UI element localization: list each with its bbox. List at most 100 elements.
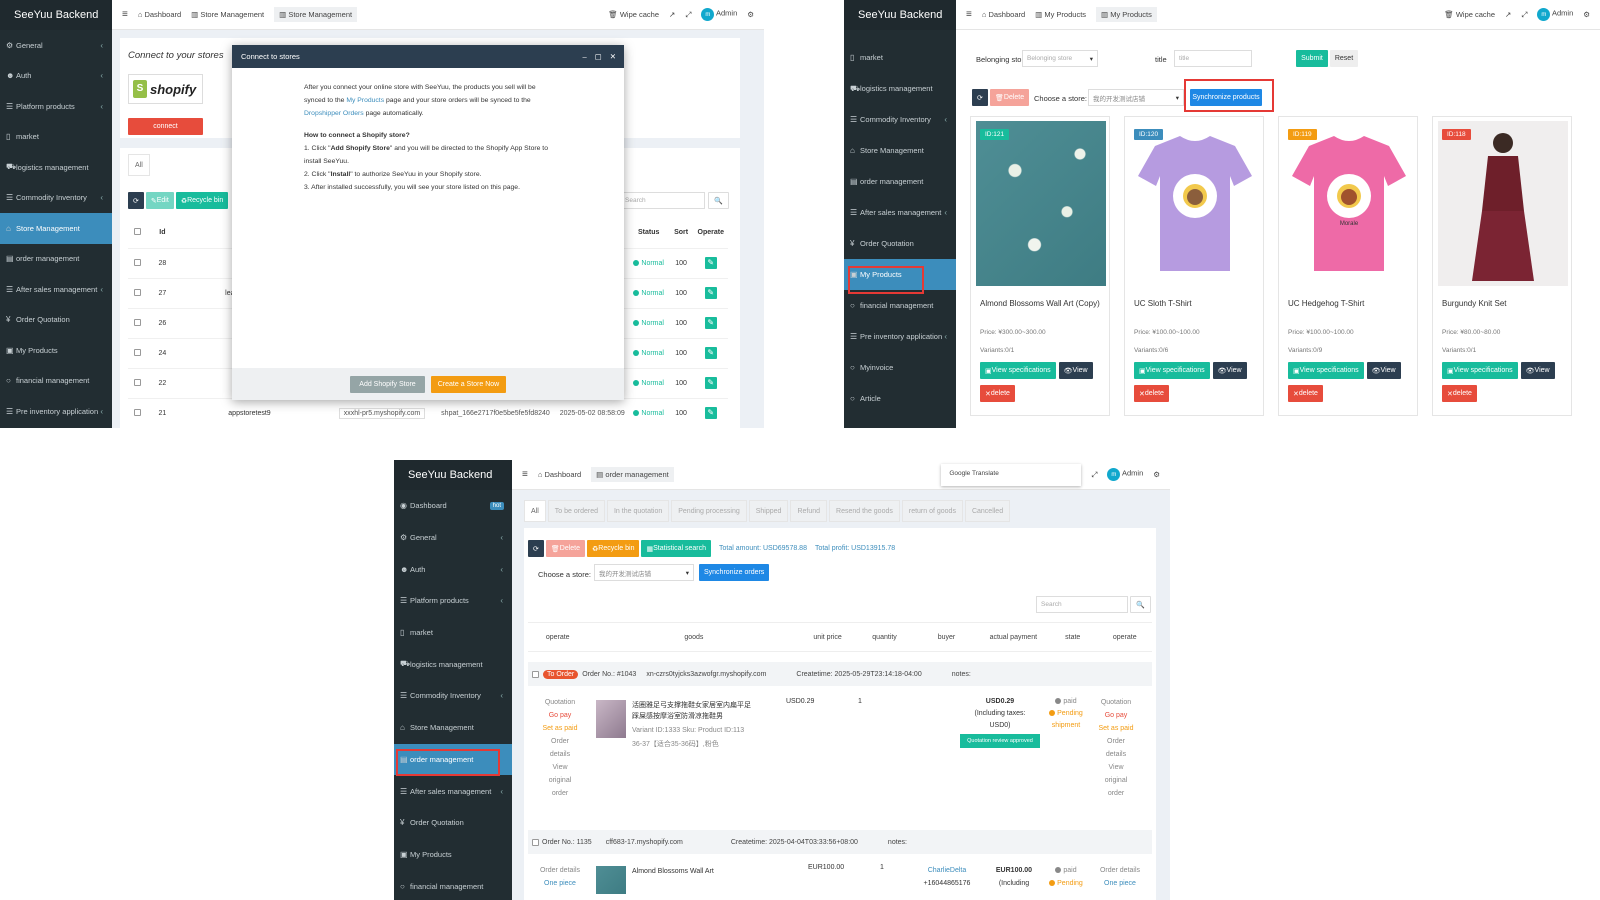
menu-toggle-icon[interactable]: ≡ <box>966 9 972 20</box>
fullscreen-icon[interactable]: ⤢ <box>1091 470 1097 480</box>
delete-product-button[interactable]: ✕ delete <box>980 385 1015 402</box>
sidebar-item-financial-management[interactable]: ○ financial management <box>0 366 112 397</box>
row-checkbox[interactable] <box>128 368 148 399</box>
row-checkbox[interactable] <box>128 398 148 428</box>
recycle-bin-button[interactable]: ♻ Recycle bin <box>175 192 229 209</box>
view-original-order-link[interactable]: View original order <box>540 761 580 800</box>
external-link-icon[interactable]: ↗ <box>1505 10 1511 19</box>
sidebar-item-market[interactable]: ▯ market <box>844 42 956 73</box>
minimize-icon[interactable]: – <box>582 52 586 61</box>
sidebar-item-my-products[interactable]: ▣ My Products <box>394 839 512 871</box>
wipe-cache-button[interactable]: 🗑 Wipe cache <box>1444 10 1495 19</box>
quotation-link[interactable]: Quotation <box>540 696 580 709</box>
delete-product-button[interactable]: ✕ delete <box>1134 385 1169 402</box>
view-button[interactable]: 👁 View <box>1058 362 1093 379</box>
fullscreen-icon[interactable]: ⤢ <box>1521 10 1527 20</box>
tab-dashboard[interactable]: ⌂ Dashboard <box>138 10 181 19</box>
checkbox[interactable] <box>134 258 142 266</box>
recycle-bin-button[interactable]: ♻ Recycle bin <box>587 540 640 557</box>
one-piece-link[interactable]: One piece <box>532 877 588 890</box>
set-as-paid-link[interactable]: Set as paid <box>540 722 580 735</box>
sync-orders-button[interactable]: Synchronize orders <box>699 564 770 581</box>
buyer-name[interactable]: CharlieDelta <box>912 864 982 877</box>
sidebar-item-market[interactable]: ▯ market <box>0 122 112 153</box>
edit-icon[interactable]: ✎ <box>704 377 717 389</box>
edit-icon[interactable]: ✎ <box>704 287 717 299</box>
view-specifications-button[interactable]: ▣ View specifications <box>1134 362 1210 379</box>
sidebar-item-store-management[interactable]: ⌂ Store Management <box>844 135 956 166</box>
set-as-paid-link[interactable]: Set as paid <box>1096 722 1136 735</box>
sidebar-item-after-sales-management[interactable]: ☰ After sales management ‹ <box>0 274 112 305</box>
sidebar-item-myinvoice[interactable]: ○ Myinvoice <box>844 352 956 383</box>
edit-icon[interactable]: ✎ <box>704 407 717 419</box>
one-piece-link[interactable]: One piece <box>1092 877 1148 890</box>
sidebar-item-auth[interactable]: ☻ Auth ‹ <box>0 61 112 92</box>
sidebar-item-after-sales-management[interactable]: ☰ After sales management ‹ <box>844 197 956 228</box>
search-input[interactable]: Search <box>1036 596 1128 613</box>
edit-icon[interactable]: ✎ <box>704 317 717 329</box>
store-select[interactable]: 我的开发测试店铺 ▾ <box>594 564 694 581</box>
settings-icon[interactable]: ⚙ <box>747 10 754 19</box>
sidebar-item-logistics-management[interactable]: ⛟ logistics management <box>844 73 956 104</box>
title-input[interactable]: title <box>1174 50 1252 67</box>
view-specifications-button[interactable]: ▣ View specifications <box>980 362 1056 379</box>
maximize-icon[interactable]: ▢ <box>595 52 602 61</box>
dropshipper-orders-link[interactable]: Dropshipper Orders <box>304 110 364 117</box>
close-icon[interactable]: ✕ <box>610 52 616 61</box>
delete-button[interactable]: 🗑 Delete <box>990 89 1030 106</box>
delete-button[interactable]: 🗑 Delete <box>545 540 585 557</box>
order-checkbox[interactable] <box>532 838 539 846</box>
tab-store-management[interactable]: ▥ Store Management <box>191 10 264 19</box>
refresh-button[interactable]: ⟳ <box>128 192 144 209</box>
tab-to-be-ordered[interactable]: To be ordered <box>547 500 605 522</box>
settings-icon[interactable]: ⚙ <box>1583 10 1590 19</box>
sidebar-item-logistics-management[interactable]: ⛟ logistics management <box>0 152 112 183</box>
sidebar-item-after-sales-management[interactable]: ☰ After sales management ‹ <box>394 775 512 807</box>
sidebar-item-pre-inventory-application[interactable]: ☰ Pre inventory application ‹ <box>844 321 956 352</box>
sidebar-item-commodity-inventory[interactable]: ☰ Commodity Inventory ‹ <box>394 680 512 712</box>
external-link-icon[interactable]: ↗ <box>669 10 675 19</box>
row-checkbox[interactable] <box>128 278 148 309</box>
view-specifications-button[interactable]: ▣ View specifications <box>1288 362 1364 379</box>
tab-cancelled[interactable]: Cancelled <box>964 500 1011 522</box>
refresh-button[interactable]: ⟳ <box>528 540 544 557</box>
sidebar-item-order-management[interactable]: ▤ order management <box>0 244 112 275</box>
tab-return-of-goods[interactable]: return of goods <box>901 500 963 522</box>
add-shopify-store-button[interactable]: Add Shopify Store <box>350 375 425 393</box>
fullscreen-icon[interactable]: ⤢ <box>685 10 691 20</box>
view-button[interactable]: 👁 View <box>1212 362 1247 379</box>
google-translate-widget[interactable]: Google Translate <box>941 463 1082 486</box>
sidebar-item-commodity-inventory[interactable]: ☰ Commodity Inventory ‹ <box>0 183 112 214</box>
order-details-link[interactable]: Order details <box>1096 735 1136 761</box>
product-image-almond[interactable] <box>976 121 1106 286</box>
sidebar-item-order-quotation[interactable]: ¥ Order Quotation <box>394 807 512 839</box>
sidebar-item-financial-management[interactable]: ○ financial management <box>844 290 956 321</box>
sidebar-item-platform-products[interactable]: ☰ Platform products ‹ <box>0 91 112 122</box>
tab-pending-processing[interactable]: Pending processing <box>671 500 747 522</box>
tab-my-products[interactable]: ▥ My Products <box>1035 10 1086 19</box>
tab-resend-the-goods[interactable]: Resend the goods <box>829 500 900 522</box>
wipe-cache-button[interactable]: 🗑 Wipe cache <box>608 10 659 19</box>
select-all-checkbox[interactable] <box>128 218 148 249</box>
view-original-order-link[interactable]: View original order <box>1096 761 1136 800</box>
sidebar-item-platform-products[interactable]: ☰ Platform products ‹ <box>394 585 512 617</box>
tab-refund[interactable]: Refund <box>790 500 828 522</box>
store-select[interactable]: 我的开发测试店铺 ▾ <box>1088 89 1184 106</box>
quotation-link[interactable]: Quotation <box>1096 696 1136 709</box>
view-specifications-button[interactable]: ▣ View specifications <box>1442 362 1518 379</box>
delete-product-button[interactable]: ✕ delete <box>1288 385 1323 402</box>
product-image-sloth-tshirt[interactable] <box>1130 121 1260 286</box>
go-pay-link[interactable]: Go pay <box>540 709 580 722</box>
sidebar-item-order-quotation[interactable]: ¥ Order Quotation <box>0 305 112 336</box>
create-store-button[interactable]: Create a Store Now <box>431 375 506 393</box>
checkbox[interactable] <box>134 348 142 356</box>
go-pay-link[interactable]: Go pay <box>1096 709 1136 722</box>
refresh-button[interactable]: ⟳ <box>972 89 988 106</box>
sidebar-item-general[interactable]: ⚙ General ‹ <box>0 30 112 61</box>
user-menu[interactable]: m Admin <box>701 8 737 21</box>
sidebar-item-dashboard[interactable]: ◉ Dashboard hot <box>394 490 512 522</box>
tab-shipped[interactable]: Shipped <box>748 500 789 522</box>
belonging-store-select[interactable]: Belonging store ▾ <box>1022 50 1098 67</box>
checkbox[interactable] <box>134 378 142 386</box>
tab-store-management-active[interactable]: ▥ Store Management <box>274 7 358 22</box>
